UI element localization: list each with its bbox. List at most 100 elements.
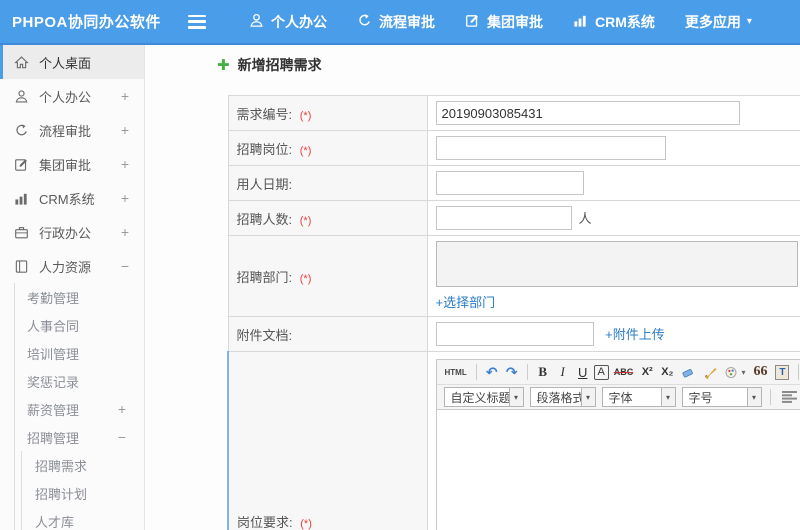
recruit-submenu: 招聘需求 招聘计划 人才库	[21, 451, 144, 530]
form-row-attachment: 附件文档: +附件上传	[227, 316, 800, 352]
nav-group-approval[interactable]: 集团审批	[450, 0, 558, 43]
workflow-icon	[14, 122, 30, 138]
editor-content-area[interactable]	[436, 410, 800, 530]
sidebar-item-salary[interactable]: 薪资管理 +	[15, 395, 144, 423]
rich-text-editor: HTML ↶ ↷ B I U A ABC X² X₂ ▾ 66 T 自定义标题 …	[435, 359, 800, 530]
hr-submenu: 考勤管理 人事合同 培训管理 奖惩记录 薪资管理 + 招聘管理 − 招聘需求 招…	[14, 283, 144, 530]
nav-more-apps[interactable]: 更多应用 ▾	[670, 0, 767, 43]
font-style-button[interactable]: A	[593, 364, 609, 380]
required-mark: (*)	[299, 109, 312, 122]
expand-plus-icon[interactable]: +	[121, 224, 129, 240]
hire-date-input[interactable]	[435, 171, 584, 195]
sidebar-item-talent-pool[interactable]: 人才库	[22, 507, 144, 530]
sidebar-label: 个人办公	[39, 89, 92, 105]
expand-plus-icon[interactable]: +	[121, 88, 129, 104]
sidebar-item-training[interactable]: 培训管理	[15, 339, 144, 367]
expand-plus-icon[interactable]: +	[118, 401, 126, 417]
app-window: PHPOA协同办公软件 个人办公 流程审批 集团审批 CRM系统 更多应用 ▾ …	[0, 0, 800, 530]
nav-label: CRM系统	[595, 13, 655, 30]
bar-chart-icon	[573, 13, 595, 31]
form-row-headcount: 招聘人数: (*) 人	[227, 200, 800, 236]
superscript-button[interactable]: X²	[638, 362, 656, 382]
field-label: 招聘人数: (*)	[227, 200, 428, 236]
demand-no-input[interactable]	[435, 101, 740, 125]
home-icon	[14, 54, 30, 70]
undo-button[interactable]: ↶	[483, 362, 501, 382]
font-size-select[interactable]: 字号 ▾	[681, 387, 762, 407]
caret-down-icon: ▾	[508, 388, 523, 406]
expand-plus-icon[interactable]: +	[121, 122, 129, 138]
required-mark: (*)	[300, 518, 312, 530]
nav-crm-system[interactable]: CRM系统	[558, 0, 670, 43]
sidebar-item-crm[interactable]: CRM系统 +	[0, 181, 144, 215]
source-code-button[interactable]: HTML	[442, 362, 470, 382]
page-title-text: 新增招聘需求	[237, 57, 322, 73]
blockquote-button[interactable]: 66	[750, 362, 770, 382]
sidebar-label: 奖惩记录	[27, 374, 80, 390]
nav-personal-office[interactable]: 个人办公	[234, 0, 342, 43]
sidebar-item-recruit-mgmt[interactable]: 招聘管理 −	[15, 423, 144, 451]
sidebar-item-personal-office[interactable]: 个人办公 +	[0, 79, 144, 113]
underline-button[interactable]: U	[574, 362, 592, 382]
sidebar-item-hr-contract[interactable]: 人事合同	[15, 311, 144, 339]
user-icon	[249, 13, 271, 31]
main-content: ✚ 新增招聘需求 需求编号: (*) 招聘岗位: (*)	[146, 45, 800, 530]
custom-title-select[interactable]: 自定义标题 ▾	[443, 387, 524, 407]
color-palette-icon[interactable]: ▾	[722, 362, 748, 382]
sidebar-item-recruit-demand[interactable]: 招聘需求	[22, 451, 144, 479]
strikethrough-button[interactable]: ABC	[611, 362, 637, 382]
top-header: PHPOA协同办公软件 个人办公 流程审批 集团审批 CRM系统 更多应用 ▾	[0, 0, 800, 45]
sidebar-item-reward-punish[interactable]: 奖惩记录	[15, 367, 144, 395]
sidebar-label: CRM系统	[39, 191, 95, 207]
sidebar-label: 招聘计划	[35, 486, 88, 502]
bold-button[interactable]: B	[534, 362, 552, 382]
collapse-minus-icon[interactable]: −	[118, 429, 126, 445]
unit-suffix: 人	[578, 210, 592, 226]
user-icon	[14, 88, 30, 104]
sidebar-item-group-approval[interactable]: 集团审批 +	[0, 147, 144, 181]
green-plus-icon: ✚	[217, 57, 230, 74]
format-brush-icon[interactable]	[700, 362, 720, 382]
paste-as-text-icon[interactable]: T	[772, 362, 792, 382]
sidebar-label: 招聘管理	[27, 430, 80, 446]
form-row-hire-date: 用人日期:	[227, 165, 800, 201]
sidebar-item-administration[interactable]: 行政办公 +	[0, 215, 144, 249]
hamburger-menu-icon[interactable]	[188, 14, 206, 29]
sidebar-item-workflow-approval[interactable]: 流程审批 +	[0, 113, 144, 147]
sidebar-item-human-resources[interactable]: 人力资源 −	[0, 249, 144, 283]
editor-toolbar-row1: HTML ↶ ↷ B I U A ABC X² X₂ ▾ 66 T	[436, 360, 800, 385]
font-family-select[interactable]: 字体 ▾	[601, 387, 676, 407]
upload-attachment-link[interactable]: +附件上传	[605, 327, 665, 342]
sidebar-item-attendance[interactable]: 考勤管理	[15, 283, 144, 311]
nav-workflow-approval[interactable]: 流程审批	[342, 0, 450, 43]
sidebar-item-personal-desktop[interactable]: 个人桌面	[0, 45, 144, 79]
workflow-icon	[357, 13, 379, 31]
italic-button[interactable]: I	[554, 362, 572, 382]
align-left-icon[interactable]	[779, 387, 800, 407]
select-department-link[interactable]: +选择部门	[436, 292, 800, 311]
eraser-icon[interactable]	[678, 362, 698, 382]
form-row-department: 招聘部门: (*) +选择部门	[227, 235, 800, 317]
attachment-input[interactable]	[435, 322, 594, 346]
department-textarea[interactable]	[435, 241, 798, 287]
expand-plus-icon[interactable]: +	[121, 156, 129, 172]
sidebar-label: 集团审批	[39, 157, 92, 173]
paragraph-format-select[interactable]: 段落格式 ▾	[529, 387, 596, 407]
field-label: 用人日期:	[227, 165, 428, 201]
sidebar-label: 薪资管理	[27, 402, 80, 418]
subscript-button[interactable]: X₂	[658, 362, 676, 382]
edit-square-icon	[465, 13, 487, 31]
collapse-minus-icon[interactable]: −	[121, 258, 129, 274]
book-icon	[14, 258, 30, 274]
sidebar-label: 考勤管理	[27, 290, 80, 306]
position-input[interactable]	[435, 136, 666, 160]
nav-label: 流程审批	[379, 13, 435, 30]
headcount-input[interactable]	[435, 206, 572, 230]
edit-square-icon	[14, 156, 30, 172]
redo-button[interactable]: ↷	[503, 362, 521, 382]
expand-plus-icon[interactable]: +	[121, 190, 129, 206]
sidebar-label: 人事合同	[27, 318, 80, 334]
top-nav: 个人办公 流程审批 集团审批 CRM系统 更多应用 ▾	[234, 0, 767, 43]
required-mark: (*)	[299, 214, 312, 227]
sidebar-item-recruit-plan[interactable]: 招聘计划	[22, 479, 144, 507]
